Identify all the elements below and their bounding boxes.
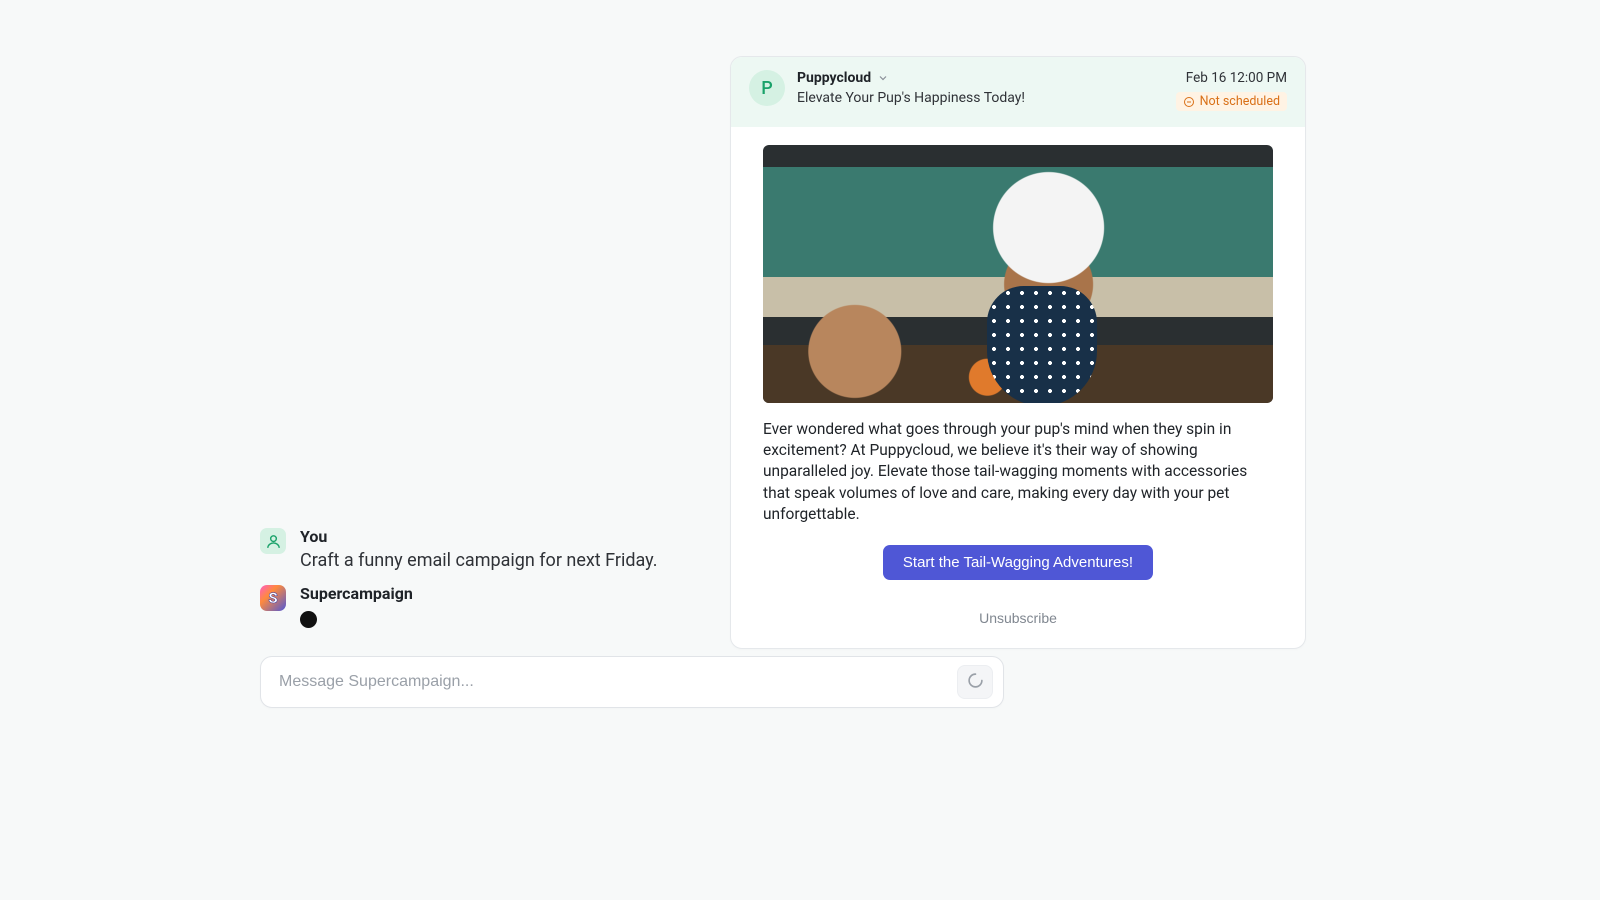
assistant-avatar: S (260, 585, 286, 611)
chat-message-user: You Craft a funny email campaign for nex… (260, 528, 1004, 571)
chat-author-you: You (300, 527, 1004, 546)
sender-row[interactable]: Puppycloud (797, 70, 1176, 86)
thinking-indicator (300, 611, 317, 628)
chat-message-assistant: S Supercampaign (260, 585, 1004, 628)
user-avatar (260, 528, 286, 554)
not-scheduled-icon (1183, 96, 1195, 108)
chat-user-text: Craft a funny email campaign for next Fr… (300, 550, 1004, 571)
email-timestamp: Feb 16 12:00 PM (1176, 70, 1287, 86)
email-body-text: Ever wondered what goes through your pup… (763, 419, 1273, 526)
sender-avatar: P (749, 70, 785, 106)
header-main: Puppycloud Elevate Your Pup's Happiness … (797, 70, 1176, 106)
chat-author-assistant: Supercampaign (300, 584, 1004, 603)
sender-name: Puppycloud (797, 70, 871, 86)
status-text: Not scheduled (1200, 94, 1280, 109)
email-preview-header: P Puppycloud Elevate Your Pup's Happines… (731, 57, 1305, 127)
chat-thread: You Craft a funny email campaign for nex… (260, 528, 1004, 642)
chevron-down-icon (877, 72, 889, 84)
email-subject: Elevate Your Pup's Happiness Today! (797, 90, 1176, 106)
composer (260, 656, 1004, 708)
spinner-icon (967, 672, 984, 693)
chat-message-body: Supercampaign (300, 584, 1004, 628)
header-right: Feb 16 12:00 PM Not scheduled (1176, 70, 1287, 112)
composer-input[interactable] (279, 673, 957, 691)
status-badge: Not scheduled (1176, 92, 1287, 111)
chat-message-body: You Craft a funny email campaign for nex… (300, 527, 1004, 571)
hero-image (763, 145, 1273, 403)
send-button[interactable] (957, 665, 993, 699)
